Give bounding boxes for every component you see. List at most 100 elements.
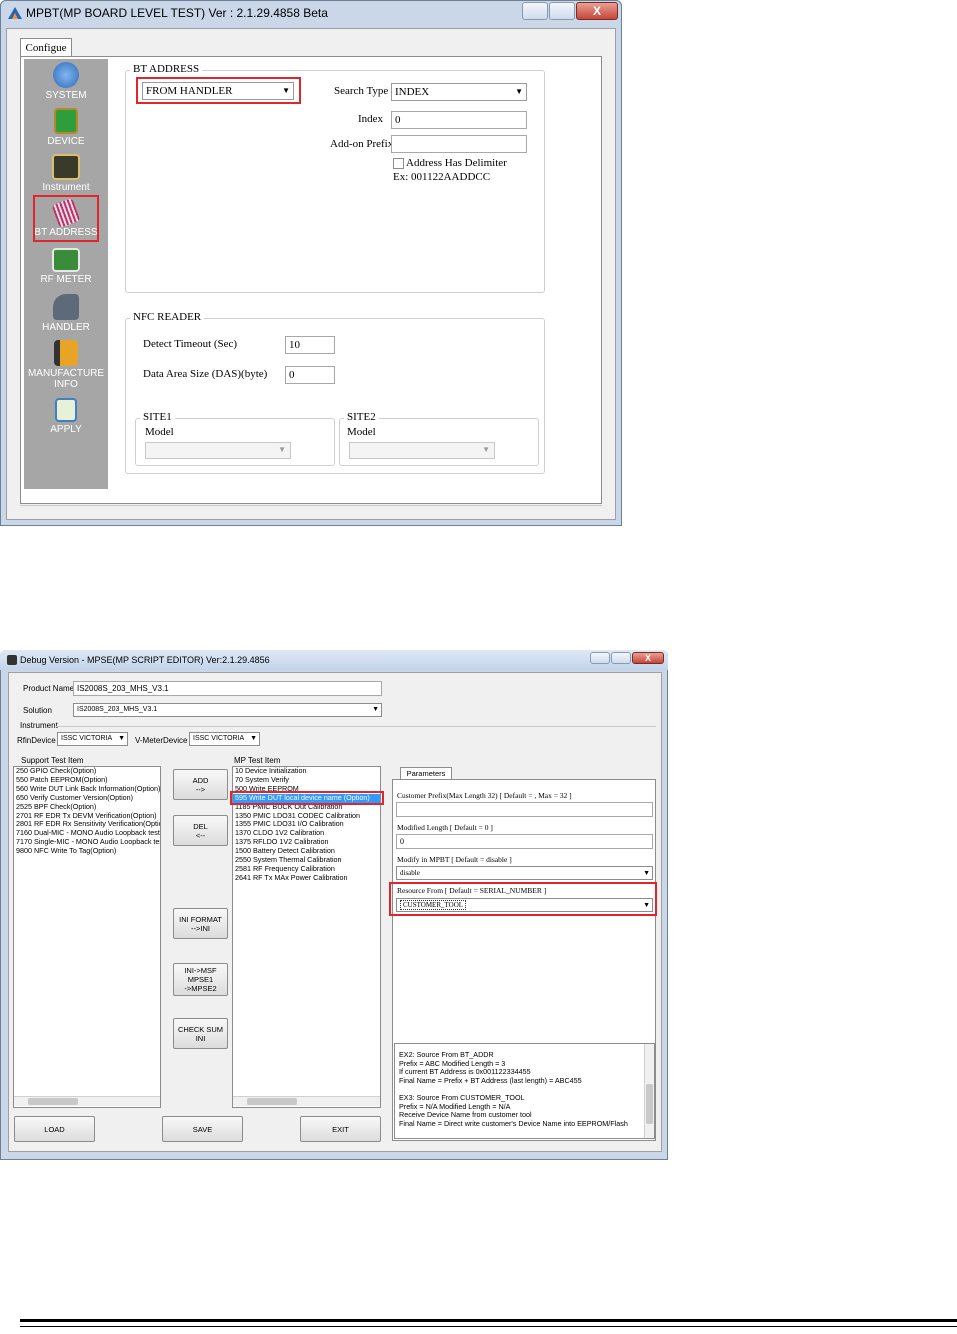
del-button[interactable]: DEL <-- — [173, 815, 228, 846]
sidebar-item-label-2: INFO — [54, 379, 78, 390]
product-name-field[interactable]: IS2008S_203_MHS_V3.1 — [73, 681, 382, 696]
rf-device-select[interactable]: ISSC VICTORIA ▼ — [57, 732, 128, 746]
minimize-button[interactable] — [590, 652, 610, 664]
support-test-list[interactable]: 250 GPIO Check(Option) 550 Patch EEPROM(O… — [13, 766, 161, 1108]
sidebar-item-label: SYSTEM — [45, 90, 87, 101]
vmeter-select[interactable]: ISSC VICTORIA ▼ — [189, 732, 260, 746]
resource-from-label: Resource From [ Default = SERIAL_NUMBER … — [397, 886, 547, 895]
load-button[interactable]: LOAD — [14, 1116, 95, 1142]
chevron-down-icon: ▼ — [250, 735, 257, 742]
app-logo-icon — [7, 655, 17, 665]
save-button[interactable]: SAVE — [162, 1116, 243, 1142]
sidebar-item-label: RF METER — [40, 274, 92, 285]
site1-title: SITE1 — [140, 411, 175, 423]
sidebar-item-instrument[interactable]: Instrument — [24, 154, 108, 193]
sidebar-item-apply[interactable]: APPLY — [24, 398, 108, 435]
mp-selected-highlight — [230, 791, 384, 805]
bt-address-group-title: BT ADDRESS — [130, 63, 203, 75]
modified-length-field[interactable]: 0 — [396, 834, 653, 849]
sidebar-item-system[interactable]: SYSTEM — [24, 62, 108, 101]
search-type-label: Search Type — [334, 85, 389, 97]
tab-configue[interactable]: Configue — [20, 38, 72, 57]
site2-model-select[interactable]: ▼ — [349, 442, 495, 459]
list-item[interactable]: 2641 RF Tx MAx Power Calibration — [233, 873, 380, 883]
bt-source-select[interactable]: FROM HANDLER ▼ — [142, 82, 294, 100]
scroll-thumb[interactable] — [28, 1098, 78, 1105]
address-example: Ex: 001122AADDCC — [393, 171, 491, 183]
exit-button[interactable]: EXIT — [300, 1116, 381, 1142]
notes-vscrollbar[interactable] — [644, 1044, 654, 1138]
index-field[interactable]: 0 — [391, 111, 527, 129]
rf-device-label: RfinDevice — [17, 736, 56, 745]
check-sum-button[interactable]: CHECK SUM INI — [173, 1018, 228, 1049]
support-hscrollbar[interactable] — [14, 1096, 160, 1106]
solution-label: Solution — [23, 706, 52, 715]
note-line: Final Name = Prefix + BT Address (last l… — [399, 1075, 582, 1085]
delimiter-label: Address Has Delimiter — [406, 157, 507, 169]
mp-test-list[interactable]: 10 Device Initialization 70 System Verify… — [232, 766, 381, 1108]
sidebar-item-manufacture-info[interactable]: MANUFACTURE INFO — [24, 340, 108, 390]
site2-title: SITE2 — [344, 411, 379, 423]
factory-icon — [54, 340, 78, 366]
customer-prefix-field[interactable] — [396, 802, 653, 817]
statusbar — [20, 505, 602, 506]
scroll-thumb[interactable] — [247, 1098, 297, 1105]
detect-timeout-field[interactable]: 10 — [285, 336, 335, 354]
ini-msf-button[interactable]: INI->MSF MPSE1 ->MPSE2 — [173, 963, 228, 996]
sidebar-item-label: HANDLER — [42, 322, 90, 333]
minimize-button[interactable] — [522, 2, 548, 20]
chevron-down-icon: ▼ — [372, 706, 379, 713]
maximize-button[interactable] — [611, 652, 631, 664]
notes-textarea[interactable]: EX2: Source From BT_ADDR Prefix = ABC Mod… — [394, 1043, 655, 1139]
close-button[interactable]: X — [632, 652, 664, 664]
list-item[interactable]: 9800 NFC Write To Tag(Option) — [14, 846, 160, 856]
sidebar-item-label: DEVICE — [47, 136, 85, 147]
scroll-thumb[interactable] — [646, 1084, 653, 1124]
mpbt-title: MPBT(MP BOARD LEVEL TEST) Ver : 2.1.29.4… — [26, 6, 328, 20]
product-name-label: Product Name — [23, 684, 75, 693]
mpse-title: Debug Version - MPSE(MP SCRIPT EDITOR) V… — [20, 655, 270, 665]
sidebar-item-device[interactable]: DEVICE — [24, 108, 108, 147]
sidebar-item-handler[interactable]: HANDLER — [24, 294, 108, 333]
solution-select[interactable]: IS2008S_203_MHS_V3.1 ▼ — [73, 703, 382, 717]
add-button[interactable]: ADD --> — [173, 769, 228, 800]
chevron-down-icon: ▼ — [515, 87, 523, 96]
chip-icon — [54, 108, 78, 134]
maximize-button[interactable] — [549, 2, 575, 20]
das-label: Data Area Size (DAS)(byte) — [143, 368, 268, 380]
search-type-select[interactable]: INDEX ▼ — [391, 83, 527, 101]
robot-arm-icon — [53, 294, 79, 320]
close-button[interactable]: X — [576, 2, 618, 20]
modify-mpbt-value: disable — [400, 869, 420, 877]
note-line: Final Name = Direct write customer's Dev… — [399, 1118, 628, 1128]
sidebar-item-rf-meter[interactable]: RF METER — [24, 248, 108, 285]
mp-rows: 10 Device Initialization 70 System Verify… — [233, 767, 380, 883]
chevron-down-icon: ▼ — [282, 86, 290, 95]
chevron-down-icon: ▼ — [643, 901, 650, 909]
chevron-down-icon: ▼ — [482, 445, 490, 454]
delimiter-checkbox[interactable] — [393, 158, 404, 169]
detect-timeout-label: Detect Timeout (Sec) — [143, 338, 238, 350]
rf-device-value: ISSC VICTORIA — [61, 735, 113, 742]
sidebar-item-label: APPLY — [50, 424, 82, 435]
search-type-value: INDEX — [395, 86, 430, 98]
prefix-field[interactable] — [391, 135, 527, 153]
clipboard-check-icon — [55, 398, 77, 422]
resource-from-select[interactable]: CUSTOMER_TOOL ▼ — [396, 898, 653, 912]
ini-format-button[interactable]: INI FORMAT -->INI — [173, 908, 228, 939]
site2-model-label: Model — [347, 426, 376, 438]
site1-model-select[interactable]: ▼ — [145, 442, 291, 459]
monitor-icon — [52, 248, 80, 272]
das-field[interactable]: 0 — [285, 366, 335, 384]
support-list-header: Support Test Item — [21, 756, 84, 765]
footer-rule-thin — [20, 1326, 957, 1327]
customer-prefix-label: Customer Prefix(Max Length 32) [ Default… — [397, 791, 572, 800]
modify-mpbt-select[interactable]: disable ▼ — [396, 866, 653, 880]
solution-value: IS2008S_203_MHS_V3.1 — [77, 706, 158, 713]
mp-hscrollbar[interactable] — [233, 1096, 380, 1106]
notes-rows: EX2: Source From BT_ADDR Prefix = ABC Mod… — [397, 1050, 654, 1128]
footer-rule-thick — [20, 1319, 957, 1322]
sidebar-item-bt-address-content: BT ADDRESS — [24, 197, 108, 238]
barcode-icon — [51, 197, 81, 229]
prefix-label: Add-on Prefix — [330, 138, 394, 150]
